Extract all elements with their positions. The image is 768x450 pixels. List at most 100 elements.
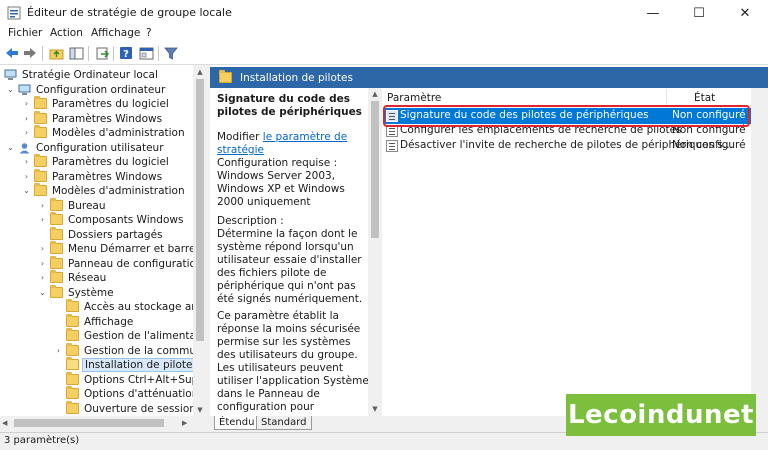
tree-item-label: Dossiers partagés (68, 228, 163, 241)
policy-setting-icon (386, 140, 398, 152)
tree-item[interactable]: Ouverture de session (0, 400, 193, 417)
tree-item-label: Stratégie Ordinateur local (22, 69, 158, 81)
tree-item[interactable]: › Bureau (0, 197, 193, 214)
folder-icon (219, 70, 232, 83)
scroll-down-arrow-icon[interactable]: ▼ (193, 404, 207, 416)
tree-item[interactable]: ⌄ Configuration ordinateur (0, 83, 193, 98)
collapse-arrow-icon[interactable]: ⌄ (6, 143, 15, 152)
tree-item[interactable]: Accès au stockage amovible (0, 299, 193, 315)
collapse-arrow-icon[interactable]: ⌄ (6, 85, 15, 94)
column-etat[interactable]: État (694, 92, 715, 104)
expand-arrow-icon[interactable]: › (22, 128, 31, 137)
folder-icon (66, 313, 79, 327)
tree-item[interactable]: › Panneau de configuration (0, 255, 193, 272)
computer-icon (18, 84, 31, 95)
expand-arrow-icon[interactable]: › (22, 157, 31, 166)
tree-item[interactable]: › Paramètres Windows (0, 168, 193, 185)
expand-arrow-icon[interactable]: › (38, 201, 47, 210)
list-scrollbar[interactable] (751, 88, 768, 416)
list-row[interactable]: Désactiver l'invite de recherche de pilo… (383, 138, 751, 154)
folder-icon (50, 284, 63, 298)
tree-item[interactable]: › Modèles d'administration (0, 125, 193, 141)
tree-item-label: Configuration ordinateur (36, 83, 166, 96)
minimize-icon: — (646, 5, 660, 21)
tab-standard[interactable]: Standard (256, 416, 312, 430)
tab-etendu[interactable]: Étendu (214, 416, 260, 430)
tree-item-label: Ouverture de session (84, 402, 193, 415)
tree-item[interactable]: Gestion de l'alimentation (0, 328, 193, 344)
expand-arrow-icon[interactable]: › (22, 172, 31, 181)
tree-view: Stratégie Ordinateur local ⌄ Configuration… (0, 0, 193, 416)
tree-horizontal-scrollbar[interactable]: ◀ ▶ (0, 416, 193, 430)
requirements-text: Configuration requise : Windows Server 2… (217, 157, 345, 208)
minimize-button[interactable]: — (630, 0, 676, 26)
details-header-title: Installation de pilotes (240, 72, 353, 84)
tree-item[interactable]: ⌄ Configuration utilisateur (0, 141, 193, 156)
tree-item[interactable]: ⌄ Modèles d'administration (0, 183, 193, 199)
tree-item-label: Menu Démarrer et barre des tâches (68, 243, 193, 255)
tree-item-label: Gestion de la communication Internet (84, 344, 193, 357)
tree-hscroll-thumb[interactable] (14, 419, 164, 427)
tree-item[interactable]: › Composants Windows (0, 212, 193, 228)
folder-icon (50, 270, 63, 283)
folder-icon (66, 371, 79, 385)
tree-item-label: Système (68, 286, 114, 299)
tree-item[interactable]: Affichage (0, 313, 193, 330)
tree-item[interactable]: ⌄ Système (0, 284, 193, 301)
tree-item[interactable]: › Paramètres du logiciel (0, 96, 193, 112)
close-icon: ✕ (739, 5, 751, 21)
folder-icon (66, 357, 79, 370)
folder-icon (66, 400, 79, 414)
description-text: Détermine la façon dont le système répon… (217, 228, 363, 305)
folder-icon (34, 96, 47, 109)
tree-item-label: Options d'atténuation (84, 388, 193, 400)
description-scrollbar-thumb[interactable] (371, 101, 379, 238)
modify-prefix: Modifier (217, 131, 263, 143)
folder-icon (34, 154, 47, 167)
tree-item[interactable]: Options d'atténuation (0, 386, 193, 402)
expand-arrow-icon[interactable]: › (38, 259, 47, 268)
description-paragraph-2: Ce paramètre établit la réponse la moins… (217, 310, 369, 413)
tree-item[interactable]: Stratégie Ordinateur local (0, 68, 193, 83)
folder-icon (66, 386, 79, 399)
user-icon (18, 142, 31, 153)
column-divider[interactable] (666, 89, 667, 105)
tree-item[interactable]: Installation de pilotes (0, 357, 193, 373)
expand-arrow-icon[interactable]: › (22, 99, 31, 108)
folder-icon (50, 212, 63, 225)
folder-icon (50, 226, 63, 240)
maximize-icon: ☐ (693, 5, 705, 21)
folder-icon (34, 125, 47, 138)
tree-item-label: Configuration utilisateur (36, 141, 164, 154)
column-parametre[interactable]: Paramètre (387, 92, 441, 104)
tree-item[interactable]: › Paramètres Windows (0, 110, 193, 127)
folder-icon (34, 183, 47, 196)
tree-item[interactable]: › Gestion de la communication Internet (0, 342, 193, 359)
tree-item[interactable]: Dossiers partagés (0, 226, 193, 243)
tree-scrollbar-thumb[interactable] (196, 79, 204, 341)
expand-arrow-icon[interactable]: › (38, 244, 47, 253)
tree-item[interactable]: › Paramètres du logiciel (0, 154, 193, 170)
expand-arrow-icon[interactable]: › (38, 215, 47, 224)
tree-item-label: Installation de pilotes (82, 358, 193, 372)
scroll-left-arrow-icon[interactable]: ◀ (2, 416, 7, 430)
tree-item-label: Bureau (68, 199, 106, 212)
tree-item[interactable]: Options Ctrl+Alt+Suppr (0, 371, 193, 388)
expand-arrow-icon[interactable]: › (54, 346, 63, 355)
scroll-up-arrow-icon[interactable]: ▲ (193, 66, 207, 78)
tree-item[interactable]: › Réseau (0, 270, 193, 286)
tree-item-label: Options Ctrl+Alt+Suppr (84, 373, 193, 386)
tree-item-label: Paramètres Windows (52, 170, 163, 183)
tree-item[interactable]: › Menu Démarrer et barre des tâches (0, 241, 193, 257)
scroll-up-arrow-icon[interactable]: ▲ (368, 89, 382, 100)
scroll-down-arrow-icon[interactable]: ▼ (368, 404, 382, 415)
collapse-arrow-icon[interactable]: ⌄ (22, 186, 31, 195)
expand-arrow-icon[interactable]: › (38, 273, 47, 282)
maximize-button[interactable]: ☐ (676, 0, 722, 26)
folder-icon (50, 197, 63, 211)
scroll-right-arrow-icon[interactable]: ▶ (182, 416, 187, 430)
computer-icon (4, 69, 17, 80)
close-button[interactable]: ✕ (722, 0, 768, 26)
collapse-arrow-icon[interactable]: ⌄ (38, 288, 47, 297)
expand-arrow-icon[interactable]: › (22, 114, 31, 123)
